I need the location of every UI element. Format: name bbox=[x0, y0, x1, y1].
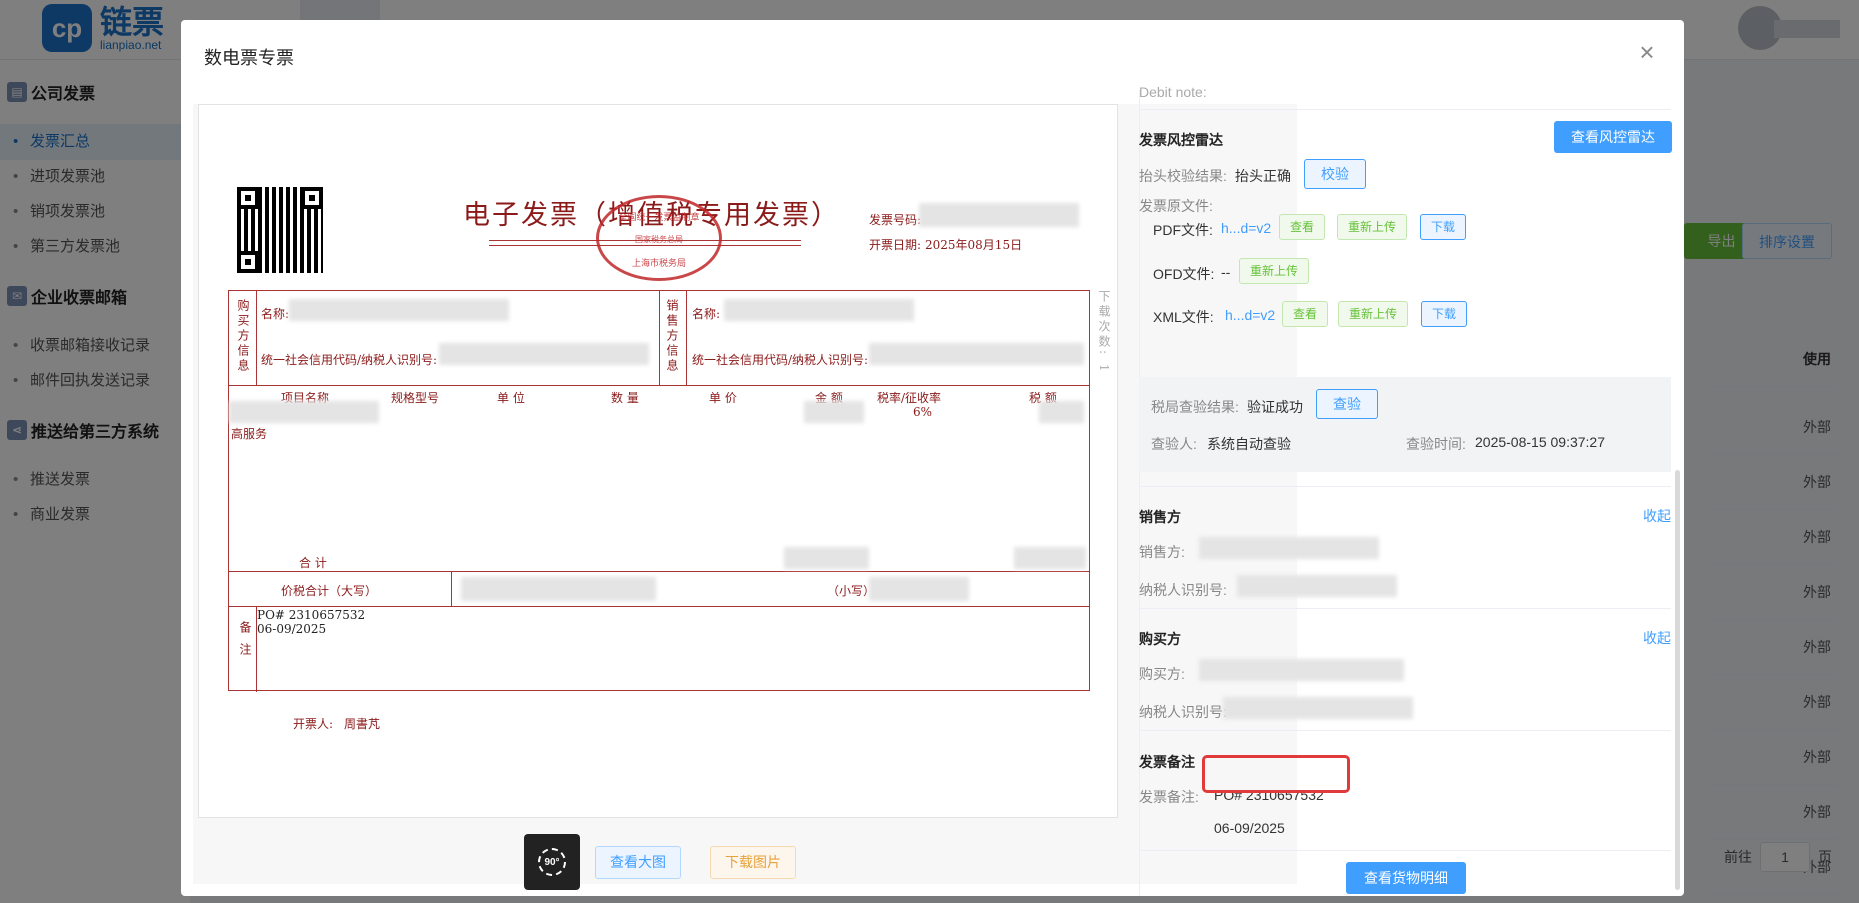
pdf-reupload-button[interactable]: 重新上传 bbox=[1337, 214, 1408, 240]
modal-header: 数电票专票 × bbox=[181, 20, 1684, 90]
invoice-image: 电子发票（增值税专用发票） 全国统一发票监制章 国家税务总局 上海市税务局 发票… bbox=[198, 104, 1118, 818]
view-goods-detail-button[interactable]: 查看货物明细 bbox=[1346, 862, 1466, 894]
total-tax-redacted bbox=[1014, 547, 1086, 569]
original-file-label: 发票原文件: bbox=[1139, 198, 1213, 214]
checker-label: 查验人: bbox=[1151, 436, 1197, 452]
xml-file-label: XML文件: bbox=[1153, 309, 1214, 325]
col-unit: 单 位 bbox=[497, 391, 525, 405]
ofd-reupload-button[interactable]: 重新上传 bbox=[1239, 258, 1310, 284]
details-scrollbar[interactable] bbox=[1675, 470, 1680, 890]
checker-value: 系统自动查验 bbox=[1207, 436, 1291, 452]
remark-line2: 06-09/2025 bbox=[1214, 820, 1285, 836]
header-check-value: 抬头正确 bbox=[1235, 168, 1291, 184]
invoice-preview-pane: 电子发票（增值税专用发票） 全国统一发票监制章 国家税务总局 上海市税务局 发票… bbox=[193, 104, 1297, 890]
pdf-file-link[interactable]: h...d=v2 bbox=[1221, 220, 1271, 236]
col-qty: 数 量 bbox=[611, 391, 639, 405]
total-lower-label: （小写） bbox=[827, 584, 876, 598]
seller-section-label: 销售方信息 bbox=[665, 299, 679, 374]
remark-title: 发票备注 bbox=[1139, 754, 1195, 770]
download-count: 下载次数: 1 bbox=[1097, 290, 1111, 375]
buyer-title: 购买方 bbox=[1139, 631, 1181, 647]
col-price: 单 价 bbox=[709, 391, 737, 405]
tax-check-button[interactable]: 查验 bbox=[1316, 389, 1378, 419]
xml-reupload-button[interactable]: 重新上传 bbox=[1338, 301, 1409, 327]
ofd-file-value: -- bbox=[1221, 264, 1231, 280]
invoice-table: 购买方信息 名称: 统一社会信用代码/纳税人识别号: 销售方信息 名称: 统一社… bbox=[228, 290, 1090, 692]
invoice-date-label: 开票日期: bbox=[869, 238, 922, 252]
invoice-remark-line2: 06-09/2025 bbox=[257, 622, 327, 636]
item-name-suffix: 高服务 bbox=[231, 427, 268, 441]
seller-collapse-link[interactable]: 收起 bbox=[1643, 506, 1671, 526]
debit-note-label: Debit note: bbox=[1139, 84, 1207, 100]
col-spec: 规格型号 bbox=[391, 391, 440, 405]
invoice-modal: 数电票专票 × 电子发票（增值税专用发票） 全国统一发票监制章 国家税务总局 上… bbox=[181, 20, 1684, 896]
check-time-value: 2025-08-15 09:37:27 bbox=[1475, 434, 1605, 450]
buyer-redacted bbox=[1199, 659, 1404, 681]
ofd-file-label: OFD文件: bbox=[1153, 266, 1215, 282]
total-upper-label: 价税合计（大写） bbox=[281, 584, 378, 598]
close-icon[interactable]: × bbox=[1634, 39, 1660, 66]
buyer-name-label: 名称: bbox=[261, 307, 290, 321]
rotate-button[interactable]: 90° bbox=[524, 834, 580, 890]
total-upper-redacted bbox=[461, 577, 656, 601]
buyer-collapse-link[interactable]: 收起 bbox=[1643, 628, 1671, 648]
header-check-button[interactable]: 校验 bbox=[1304, 159, 1366, 189]
buyer-taxid-redacted bbox=[1223, 697, 1413, 719]
tax-check-value: 验证成功 bbox=[1247, 399, 1303, 415]
header-check-label: 抬头校验结果: bbox=[1139, 168, 1227, 184]
xml-download-button[interactable]: 下载 bbox=[1421, 301, 1468, 327]
remark-highlight-box bbox=[1202, 755, 1350, 793]
seller-credit-label: 统一社会信用代码/纳税人识别号: bbox=[692, 353, 869, 367]
check-time-label: 查验时间: bbox=[1406, 436, 1466, 452]
pdf-file-label: PDF文件: bbox=[1153, 222, 1213, 238]
total-lower-redacted bbox=[869, 577, 969, 601]
seller-name-redacted bbox=[724, 299, 914, 321]
invoice-date-value: 2025年08月15日 bbox=[925, 238, 1023, 252]
seller-credit-redacted bbox=[869, 343, 1084, 365]
qr-code-icon bbox=[237, 187, 323, 273]
buyer-section-label: 购买方信息 bbox=[236, 299, 250, 374]
item-name-redacted bbox=[229, 401, 379, 423]
buyer-credit-redacted bbox=[439, 343, 649, 365]
invoice-number-redacted bbox=[919, 203, 1079, 227]
risk-radar-title: 发票风控雷达 bbox=[1139, 132, 1223, 148]
total-label: 合 计 bbox=[299, 556, 327, 570]
seller-title: 销售方 bbox=[1139, 509, 1181, 525]
xml-file-link[interactable]: h...d=v2 bbox=[1225, 307, 1275, 323]
tax-verify-panel: 税局查验结果: 验证成功 查验 查验人: 系统自动查验 查验时间: 2025-0… bbox=[1139, 377, 1671, 472]
xml-view-button[interactable]: 查看 bbox=[1282, 301, 1329, 327]
total-amount-redacted bbox=[784, 547, 869, 569]
rotate-icon: 90° bbox=[538, 848, 566, 876]
pdf-view-button[interactable]: 查看 bbox=[1279, 214, 1326, 240]
remark-field-label: 发票备注: bbox=[1139, 789, 1199, 805]
seller-name-label: 名称: bbox=[692, 307, 721, 321]
issuer-label: 开票人: bbox=[293, 717, 334, 731]
seller-taxid-label: 纳税人识别号: bbox=[1139, 582, 1227, 598]
buyer-name-redacted bbox=[289, 299, 509, 321]
modal-title: 数电票专票 bbox=[204, 48, 294, 68]
tax-redacted bbox=[1039, 401, 1084, 423]
tax-seal-stamp: 全国统一发票监制章 国家税务总局 上海市税务局 bbox=[596, 195, 722, 281]
view-risk-radar-button[interactable]: 查看风控雷达 bbox=[1554, 121, 1672, 153]
issuer-name: 周書芃 bbox=[344, 717, 381, 731]
preview-toolbar: 90° 查看大图 下载图片 bbox=[193, 834, 1123, 890]
tax-rate-value: 6% bbox=[913, 405, 933, 419]
buyer-taxid-label: 纳税人识别号: bbox=[1139, 704, 1227, 720]
seller-redacted bbox=[1199, 537, 1379, 559]
buyer-credit-label: 统一社会信用代码/纳税人识别号: bbox=[261, 353, 438, 367]
seller-taxid-redacted bbox=[1237, 575, 1397, 597]
remark-label: 备注 bbox=[238, 621, 252, 665]
col-tax-rate: 税率/征收率 bbox=[877, 391, 942, 405]
buyer-label: 购买方: bbox=[1139, 666, 1185, 682]
invoice-number-label: 发票号码: bbox=[869, 213, 922, 227]
view-large-button[interactable]: 查看大图 bbox=[595, 846, 681, 879]
invoice-remark-line1: PO# 2310657532 bbox=[257, 608, 366, 622]
seller-label: 销售方: bbox=[1139, 544, 1185, 560]
download-image-button[interactable]: 下载图片 bbox=[710, 846, 796, 879]
amount-redacted bbox=[804, 401, 864, 423]
tax-check-label: 税局查验结果: bbox=[1151, 399, 1239, 415]
pdf-download-button[interactable]: 下载 bbox=[1420, 214, 1467, 240]
